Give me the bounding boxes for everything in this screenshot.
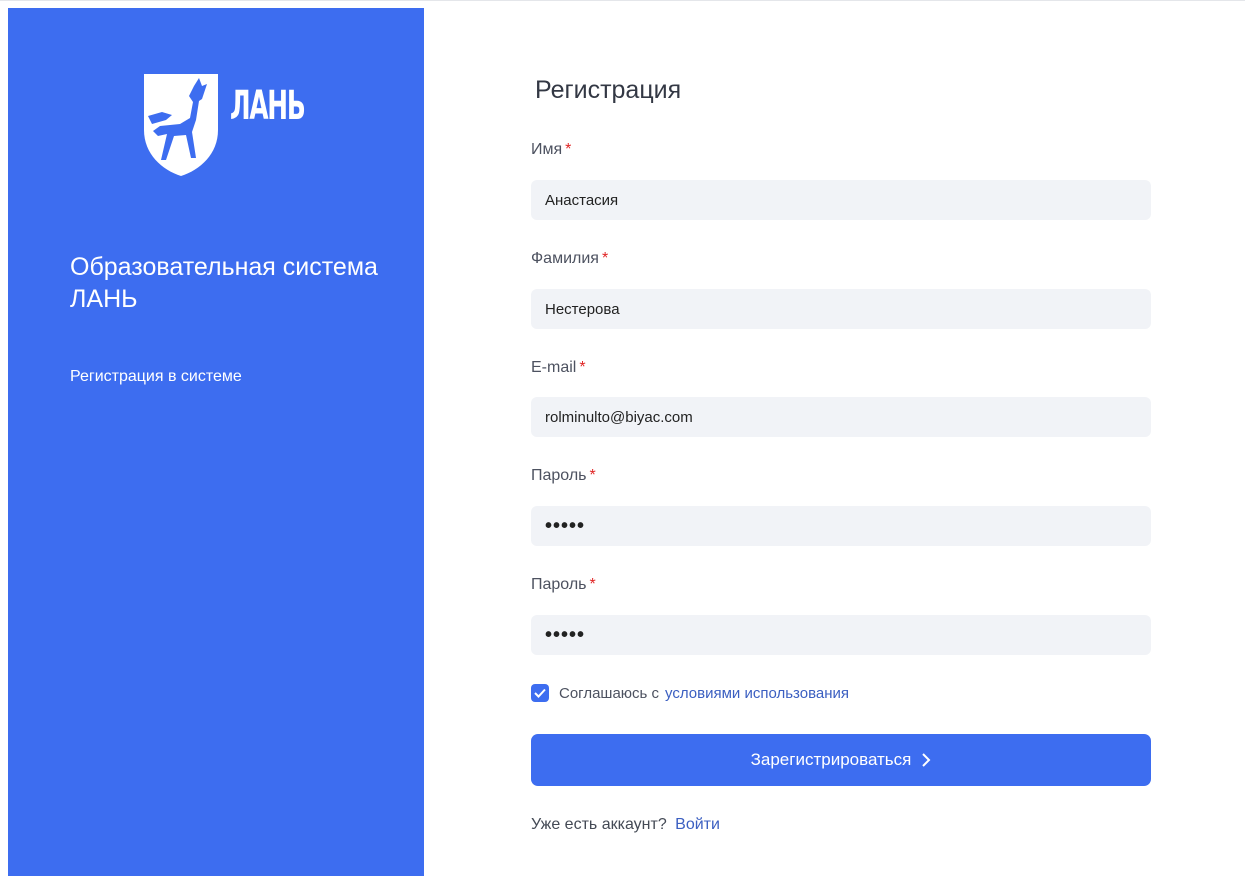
register-button-label: Зарегистрироваться — [750, 750, 912, 769]
last-name-label: Фамилия * — [531, 250, 609, 267]
login-row: Уже есть аккаунт? Войти — [531, 816, 720, 834]
required-mark: * — [589, 467, 596, 484]
terms-agreement: Соглашаюсь с условиями использования — [531, 684, 849, 702]
terms-link[interactable]: условиями использования — [665, 685, 849, 702]
check-icon — [534, 688, 546, 698]
first-name-input[interactable]: Анастасия — [531, 180, 1151, 220]
sidebar: ЛАНЬ Образовательная система ЛАНЬ Регист… — [8, 8, 424, 876]
password-confirm-input[interactable]: ••••• — [531, 615, 1151, 655]
required-mark: * — [601, 250, 609, 267]
page-title: Регистрация — [535, 76, 682, 104]
required-mark: * — [565, 141, 572, 158]
required-mark: * — [589, 576, 596, 593]
password-confirm-label: Пароль * — [531, 576, 596, 593]
chevron-right-icon — [922, 753, 931, 767]
password-input[interactable]: ••••• — [531, 506, 1151, 546]
required-mark: * — [579, 359, 586, 376]
system-title: Образовательная система ЛАНЬ — [70, 253, 378, 313]
login-link[interactable]: Войти — [675, 816, 720, 833]
logo-text: ЛАНЬ — [230, 83, 306, 129]
register-button[interactable]: Зарегистрироваться — [531, 734, 1151, 786]
shield-deer-icon — [144, 74, 218, 176]
email-label: E-mail * — [531, 359, 586, 376]
first-name-label: Имя * — [531, 141, 572, 158]
email-input[interactable]: rolminulto@biyac.com — [531, 397, 1151, 437]
system-subtitle: Регистрация в системе — [70, 368, 242, 385]
login-prompt: Уже есть аккаунт? — [531, 816, 667, 833]
logo: ЛАНЬ — [136, 68, 312, 178]
terms-checkbox[interactable] — [531, 684, 549, 702]
top-border — [0, 0, 1245, 1]
last-name-input[interactable]: Нестерова — [531, 289, 1151, 329]
terms-text: Соглашаюсь с — [559, 684, 660, 702]
password-label: Пароль * — [531, 467, 596, 484]
